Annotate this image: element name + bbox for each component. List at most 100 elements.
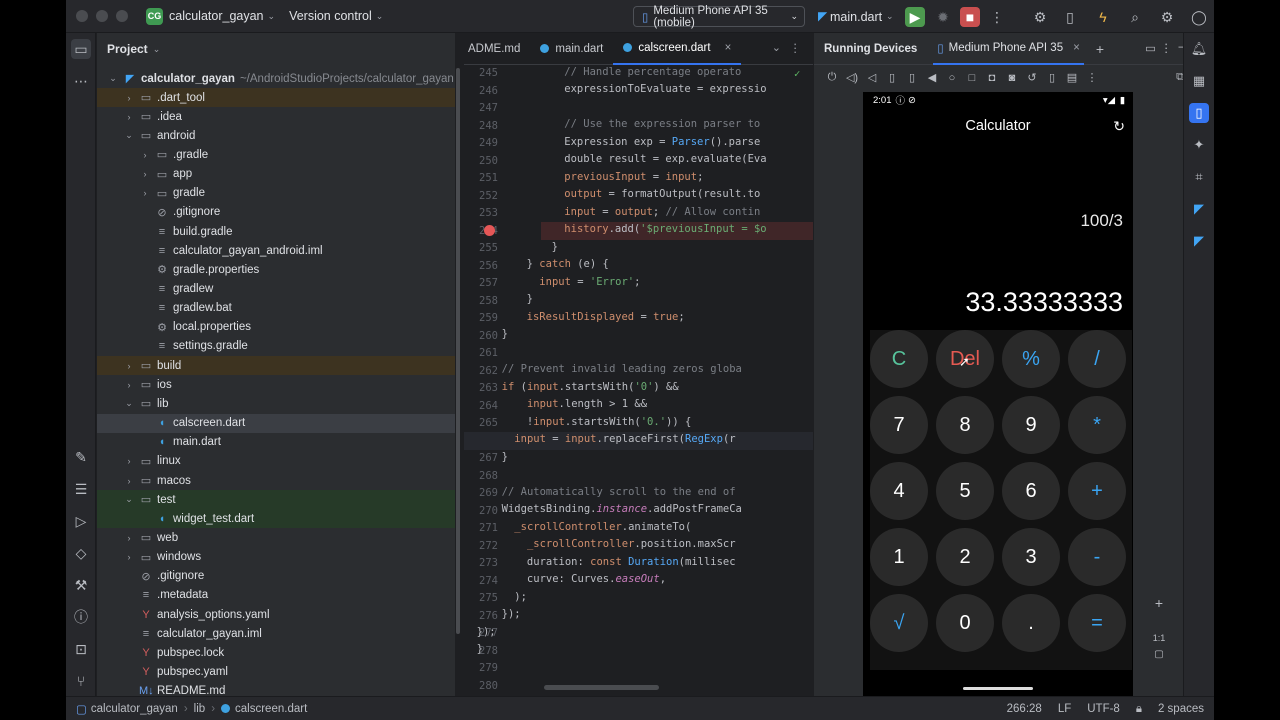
breadcrumb-folder[interactable]: lib — [194, 703, 206, 715]
breakpoint-icon[interactable] — [484, 225, 495, 236]
chevron-down-icon[interactable]: ⌄ — [376, 11, 384, 22]
history-icon[interactable]: ↻ — [1113, 118, 1125, 135]
structure-icon[interactable]: ☰ — [71, 479, 91, 499]
key-divide-button[interactable]: / — [1068, 330, 1126, 388]
back-icon[interactable]: ◀ — [922, 71, 942, 84]
tree-item[interactable]: ◖ widget_test.dart — [97, 509, 455, 529]
run-icon[interactable]: ▷ — [71, 511, 91, 531]
tree-item[interactable]: ⚙ gradle.properties — [97, 260, 455, 279]
tree-item[interactable]: › ▭ macos — [97, 471, 455, 490]
chevron-right-icon[interactable]: › — [123, 533, 135, 543]
tab-device[interactable]: ▯ Medium Phone API 35 × — [933, 33, 1084, 65]
chevron-down-icon[interactable]: ⌄ — [886, 11, 894, 22]
tree-item[interactable]: ⚙ local.properties — [97, 318, 455, 337]
tree-item[interactable]: › ▭ app — [97, 165, 455, 184]
tree-item[interactable]: ⌄ ▭ test — [97, 490, 455, 510]
tree-item[interactable]: › ▭ .idea — [97, 107, 455, 126]
layout-icon[interactable]: ▭ — [1145, 41, 1156, 55]
power-icon[interactable]: ⏻ — [822, 71, 842, 84]
chevron-down-icon[interactable]: ⌄ — [268, 11, 276, 22]
tree-item[interactable]: ≡ build.gradle — [97, 222, 455, 241]
running-devices-icon[interactable]: ▯ — [1189, 103, 1209, 123]
zoom-ratio[interactable]: 1:1 — [1149, 633, 1169, 643]
tree-item[interactable]: Ypubspec.lock — [97, 643, 455, 662]
cursor-position[interactable]: 266:28 — [1007, 703, 1042, 715]
gradle-icon[interactable]: ▦ — [1189, 71, 1209, 91]
reset-icon[interactable]: ↺ — [1022, 71, 1042, 84]
breadcrumb-project[interactable]: calculator_gayan — [91, 703, 178, 715]
key-percent-button[interactable]: % — [1002, 330, 1060, 388]
chevron-right-icon[interactable]: › — [123, 361, 135, 371]
tree-item[interactable]: ≡ gradlew.bat — [97, 299, 455, 318]
tree-item[interactable]: › ▭ .dart_tool — [97, 88, 455, 107]
key-decimal-button[interactable]: . — [1002, 594, 1060, 652]
chevron-down-icon[interactable]: ⌄ — [772, 41, 781, 54]
project-scrollbar[interactable] — [456, 68, 460, 634]
key-multiply-button[interactable]: * — [1068, 396, 1126, 454]
key-3-button[interactable]: 3 — [1002, 528, 1060, 586]
tab-main-dart[interactable]: main.dart — [530, 33, 613, 65]
key-minus-button[interactable]: - — [1068, 528, 1126, 586]
overview-icon[interactable]: □ — [962, 72, 982, 84]
indent-setting[interactable]: 2 spaces — [1158, 703, 1204, 715]
account-icon[interactable]: ◯ — [1189, 7, 1209, 27]
settings-icon[interactable]: ⚙ — [1157, 7, 1177, 27]
device-manager-icon[interactable]: ▯ — [1060, 7, 1080, 27]
fit-screen-icon[interactable]: ▢ — [1149, 649, 1169, 660]
key-2-button[interactable]: 2 — [936, 528, 994, 586]
project-name[interactable]: calculator_gayan — [169, 9, 264, 23]
rotate-left-icon[interactable]: ▯ — [882, 71, 902, 84]
tree-item[interactable]: ≡ settings.gradle — [97, 337, 455, 356]
more-tools-icon[interactable]: ⋯ — [71, 71, 91, 91]
gemini-icon[interactable]: ✦ — [1189, 135, 1209, 155]
notifications-icon[interactable]: 🔔︎ — [1189, 39, 1209, 59]
key-4-button[interactable]: 4 — [870, 462, 928, 520]
key-8-button[interactable]: 8 — [936, 396, 994, 454]
close-icon[interactable]: × — [1073, 42, 1080, 54]
tree-item[interactable]: ◖ calscreen.dart — [97, 413, 455, 433]
lock-icon[interactable]: 🔒︎ — [1136, 703, 1142, 716]
hot-reload-icon[interactable]: ϟ — [1093, 7, 1113, 27]
key-1-button[interactable]: 1 — [870, 528, 928, 586]
tree-item[interactable]: Yanalysis_options.yaml — [97, 605, 455, 624]
tree-item[interactable]: › ▭ ios — [97, 375, 455, 394]
tree-item[interactable]: ≡ gradlew — [97, 280, 455, 299]
tree-root[interactable]: ⌄ ◤ calculator_gayan ~/AndroidStudioProj… — [97, 69, 455, 88]
device-selector[interactable]: ▯ Medium Phone API 35 (mobile) ⌄ — [633, 5, 805, 29]
key-6-button[interactable]: 6 — [1002, 462, 1060, 520]
more-options-icon[interactable]: ⋮ — [1082, 71, 1102, 84]
chevron-right-icon[interactable]: › — [139, 150, 151, 160]
tab-calscreen-dart[interactable]: calscreen.dart × — [613, 33, 742, 65]
tree-item[interactable]: ⌄ ▭ android — [97, 126, 455, 145]
device-screen[interactable]: 2:01 ⓘ ⊘ ▾◢ ▮ Calculator ↻ 100/3 33.3333… — [863, 92, 1133, 696]
chevron-right-icon[interactable]: › — [123, 476, 135, 486]
key-equals-button[interactable]: = — [1068, 594, 1126, 652]
tree-item[interactable]: ⊘ .gitignore — [97, 203, 455, 222]
key-5-button[interactable]: 5 — [936, 462, 994, 520]
key-clear-button[interactable]: C — [870, 330, 928, 388]
snapshot-icon[interactable]: ▤ — [1062, 71, 1082, 84]
build-icon[interactable]: ⚒ — [71, 575, 91, 595]
tree-item[interactable]: › ▭ gradle — [97, 184, 455, 203]
screen-record-icon[interactable]: ◙ — [1002, 72, 1022, 84]
flutter-performance-icon[interactable]: ◤ — [1189, 231, 1209, 251]
layout-inspector-icon[interactable]: ⌗ — [1189, 167, 1209, 187]
chevron-right-icon[interactable]: › — [123, 112, 135, 122]
search-icon[interactable]: ⌕ — [1125, 7, 1145, 27]
folder-icon[interactable]: ▭ — [71, 39, 91, 59]
code-area[interactable]: 2452462472482492502512522532542552562572… — [464, 66, 813, 696]
chevron-right-icon[interactable]: › — [123, 552, 135, 562]
fold-icon[interactable]: ▯ — [1042, 71, 1062, 84]
key-7-button[interactable]: 7 — [870, 396, 928, 454]
more-options-icon[interactable]: ⋮ — [987, 7, 1007, 27]
more-options-icon[interactable]: ⋮ — [790, 41, 802, 55]
tree-item[interactable]: ≡ .metadata — [97, 586, 455, 605]
stop-button[interactable]: ■ — [960, 7, 980, 27]
key-0-button[interactable]: 0 — [936, 594, 994, 652]
terminal-icon[interactable]: ⊡ — [71, 639, 91, 659]
debug-icon[interactable]: ✹ — [933, 7, 953, 27]
version-control-menu[interactable]: Version control — [289, 9, 372, 23]
tree-item[interactable]: ⊘ .gitignore — [97, 567, 455, 586]
gesture-home-bar[interactable] — [963, 687, 1033, 690]
home-icon[interactable]: ○ — [942, 72, 962, 84]
